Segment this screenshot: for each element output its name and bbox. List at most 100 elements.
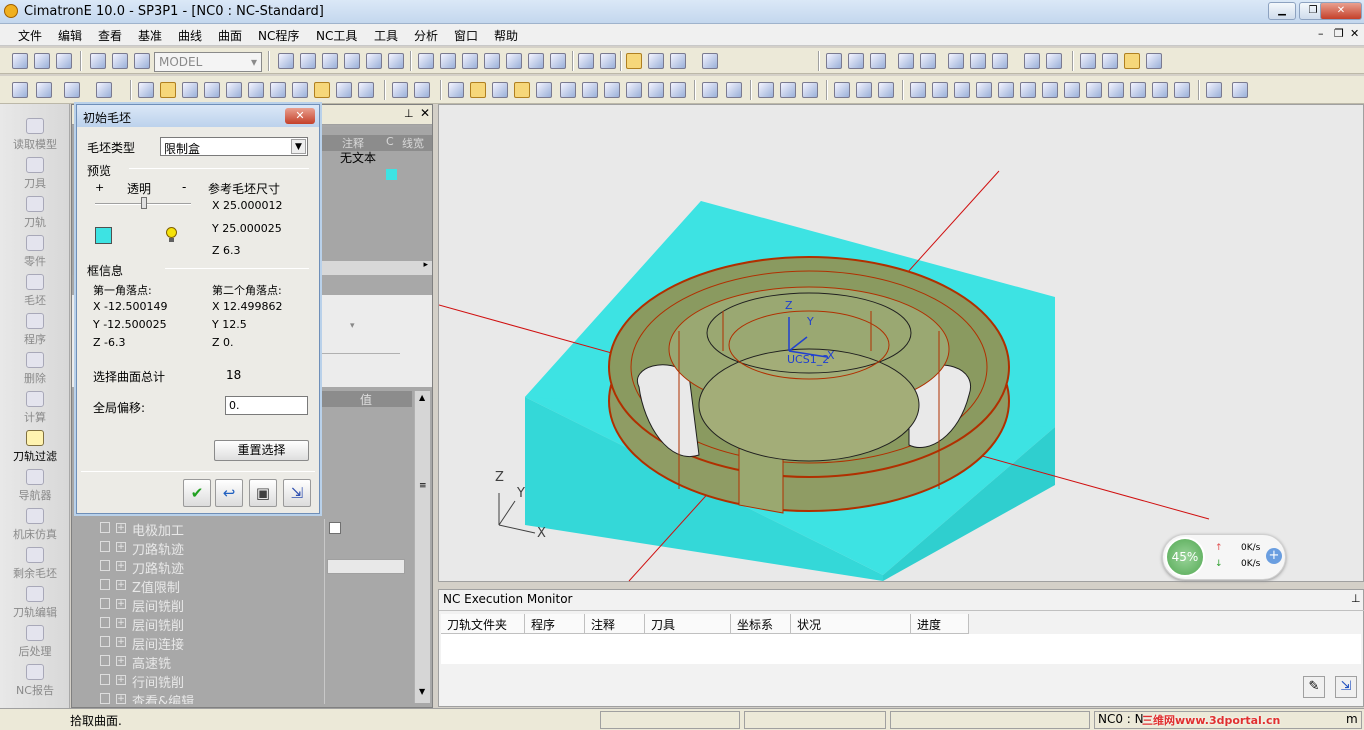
- column-header[interactable]: 状况: [791, 614, 911, 634]
- view-right-icon[interactable]: [484, 53, 500, 69]
- scroll-down-icon[interactable]: ▼: [419, 687, 425, 696]
- apply-button[interactable]: ↩: [215, 479, 243, 507]
- mdi-minimize-icon[interactable]: –: [1318, 27, 1324, 40]
- scroll-right-icon[interactable]: ▸: [423, 260, 428, 270]
- value-field[interactable]: [327, 559, 405, 574]
- project-icon[interactable]: [1130, 82, 1146, 98]
- table-row[interactable]: + 刀路轨迹: [74, 538, 412, 558]
- box-icon[interactable]: [626, 82, 642, 98]
- offset-icon[interactable]: [1020, 82, 1036, 98]
- graphics-viewport[interactable]: Z Y X UCS1_2 Z Y X: [438, 104, 1364, 582]
- layer-icon[interactable]: [112, 53, 128, 69]
- view-left-icon[interactable]: [550, 53, 566, 69]
- show-icon[interactable]: [848, 53, 864, 69]
- trim-icon[interactable]: [1042, 82, 1058, 98]
- menu-file[interactable]: 文件: [18, 27, 42, 44]
- select-cancel-icon[interactable]: [12, 82, 28, 98]
- table-row[interactable]: + 高速铣: [74, 652, 412, 672]
- select-surface-icon[interactable]: [160, 82, 176, 98]
- sidebar-item-toolpath-filter[interactable]: 刀轨过滤: [0, 430, 70, 464]
- point-icon[interactable]: [1174, 82, 1190, 98]
- table-row[interactable]: + 查看&编辑: [74, 690, 412, 704]
- sidebar-item-execute[interactable]: 计算: [0, 391, 70, 425]
- save-icon[interactable]: [56, 53, 72, 69]
- expand-icon[interactable]: +: [116, 675, 126, 685]
- view-iso-icon[interactable]: [418, 53, 434, 69]
- column-header[interactable]: 刀轨文件夹: [441, 614, 525, 634]
- select-filter-icon[interactable]: [96, 82, 112, 98]
- sidebar-item-stock[interactable]: 毛坯: [0, 274, 70, 308]
- sidebar-item-procedure[interactable]: 程序: [0, 313, 70, 347]
- zoom-icon[interactable]: [344, 53, 360, 69]
- menu-view[interactable]: 查看: [98, 27, 122, 44]
- shaded-icon[interactable]: [670, 53, 686, 69]
- expand-icon[interactable]: +: [116, 599, 126, 609]
- expand-icon[interactable]: +: [116, 561, 126, 571]
- layout-icon[interactable]: [670, 82, 686, 98]
- select-body-icon[interactable]: [270, 82, 286, 98]
- menu-window[interactable]: 窗口: [454, 27, 478, 44]
- select-point-icon[interactable]: [138, 82, 154, 98]
- text-icon[interactable]: [514, 82, 530, 98]
- zoom-all-icon[interactable]: [278, 53, 294, 69]
- chevron-down-icon[interactable]: ▾: [350, 321, 355, 331]
- select-chain-icon[interactable]: [248, 82, 264, 98]
- table-row[interactable]: + 层间铣削: [74, 595, 412, 615]
- menu-nc-program[interactable]: NC程序: [258, 27, 299, 44]
- network-speed-widget[interactable]: 45% ↑ 0K/s ↓ 0K/s +: [1162, 534, 1286, 580]
- mdi-restore-icon[interactable]: ❐: [1334, 27, 1344, 40]
- menu-curve[interactable]: 曲线: [178, 27, 202, 44]
- table-row[interactable]: + 行间铣削: [74, 671, 412, 691]
- table-row[interactable]: + 电极加工: [74, 519, 412, 539]
- expand-icon[interactable]: +: [116, 694, 126, 704]
- column-header[interactable]: 注释: [585, 614, 645, 634]
- stock-type-select[interactable]: 限制盒 ▼: [160, 137, 308, 156]
- delete-icon[interactable]: [36, 82, 52, 98]
- preview-button[interactable]: ▣: [249, 479, 277, 507]
- model-combo[interactable]: MODEL ▾: [154, 52, 262, 72]
- zoom-window-icon[interactable]: [300, 53, 316, 69]
- sketch-icon[interactable]: [702, 82, 718, 98]
- select-loop-icon[interactable]: [226, 82, 242, 98]
- model-view-icon[interactable]: [90, 53, 106, 69]
- pin-icon[interactable]: ⊥: [404, 107, 414, 120]
- view-bottom-icon[interactable]: [528, 53, 544, 69]
- chevron-down-icon[interactable]: ▼: [291, 139, 306, 154]
- exit-monitor-button[interactable]: ⇲: [1335, 676, 1357, 698]
- open-file-icon[interactable]: [34, 53, 50, 69]
- menu-tools[interactable]: 工具: [374, 27, 398, 44]
- hidden-line-icon[interactable]: [648, 53, 664, 69]
- fillet-icon[interactable]: [1086, 82, 1102, 98]
- rotate-icon[interactable]: [388, 53, 404, 69]
- dialog-close-button[interactable]: ✕: [285, 108, 315, 124]
- expand-icon[interactable]: +: [116, 618, 126, 628]
- ucs-rotate-icon[interactable]: [878, 82, 894, 98]
- polyline-icon[interactable]: [932, 82, 948, 98]
- plus-icon[interactable]: +: [1266, 548, 1282, 564]
- tree-icon[interactable]: [604, 82, 620, 98]
- ucs-move-icon[interactable]: [856, 82, 872, 98]
- menu-datum[interactable]: 基准: [138, 27, 162, 44]
- hide-icon[interactable]: [870, 53, 886, 69]
- table-row[interactable]: + 刀路轨迹: [74, 557, 412, 577]
- arrow-left-icon[interactable]: [898, 53, 914, 69]
- scroll-up-icon[interactable]: ▲: [419, 393, 425, 402]
- sidebar-item-tool[interactable]: 刀具: [0, 157, 70, 191]
- nc-display-icon[interactable]: [1080, 53, 1096, 69]
- light-bulb-icon[interactable]: [165, 227, 179, 245]
- measure-icon[interactable]: [970, 53, 986, 69]
- tag-icon[interactable]: [582, 82, 598, 98]
- ok-button[interactable]: ✔: [183, 479, 211, 507]
- column-header[interactable]: 进度: [911, 614, 969, 634]
- pan-icon[interactable]: [366, 53, 382, 69]
- expand-icon[interactable]: +: [116, 637, 126, 647]
- section-icon[interactable]: [992, 53, 1008, 69]
- table-icon[interactable]: [492, 82, 508, 98]
- close-button[interactable]: ✕: [1320, 2, 1362, 20]
- reset-selection-button[interactable]: 重置选择: [214, 440, 309, 461]
- select-active-icon[interactable]: [314, 82, 330, 98]
- property-icon[interactable]: [448, 82, 464, 98]
- axis-icon[interactable]: [392, 82, 408, 98]
- sidebar-item-machine-sim[interactable]: 机床仿真: [0, 508, 70, 542]
- line-icon[interactable]: [910, 82, 926, 98]
